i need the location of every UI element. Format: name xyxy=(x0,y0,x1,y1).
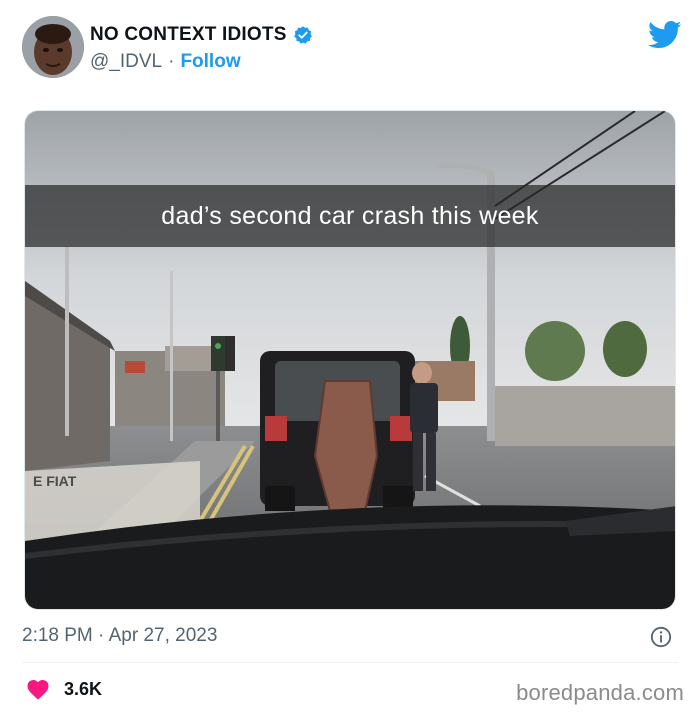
handle-row: @_IDVL · Follow xyxy=(90,51,241,73)
tweet-header: NO CONTEXT IDIOTS @_IDVL · Follow xyxy=(22,16,682,82)
info-icon[interactable] xyxy=(650,626,672,648)
watermark: boredpanda.com xyxy=(516,680,684,705)
separator: · xyxy=(168,51,175,72)
twitter-bird-icon[interactable] xyxy=(648,20,682,50)
image-caption-bar: dad’s second car crash this week xyxy=(25,185,675,247)
verified-badge-icon xyxy=(293,26,312,44)
avatar-image xyxy=(22,16,84,78)
tweet-timestamp[interactable]: 2:18 PM · Apr 27, 2023 xyxy=(22,625,217,647)
like-count: 3.6K xyxy=(64,678,103,699)
account-name-row: NO CONTEXT IDIOTS xyxy=(90,24,313,46)
like-stat[interactable]: 3.6K xyxy=(26,678,102,700)
tweet-image[interactable]: E FIAT dad’s second car crash this week xyxy=(24,110,676,610)
sign-text: E FIAT xyxy=(33,473,77,489)
heart-icon[interactable] xyxy=(26,678,50,700)
account-handle[interactable]: @_IDVL xyxy=(90,51,162,73)
follow-button[interactable]: Follow xyxy=(180,51,240,73)
image-caption: dad’s second car crash this week xyxy=(161,201,539,230)
divider xyxy=(22,662,678,663)
account-name[interactable]: NO CONTEXT IDIOTS xyxy=(90,24,287,46)
avatar[interactable] xyxy=(22,16,84,78)
